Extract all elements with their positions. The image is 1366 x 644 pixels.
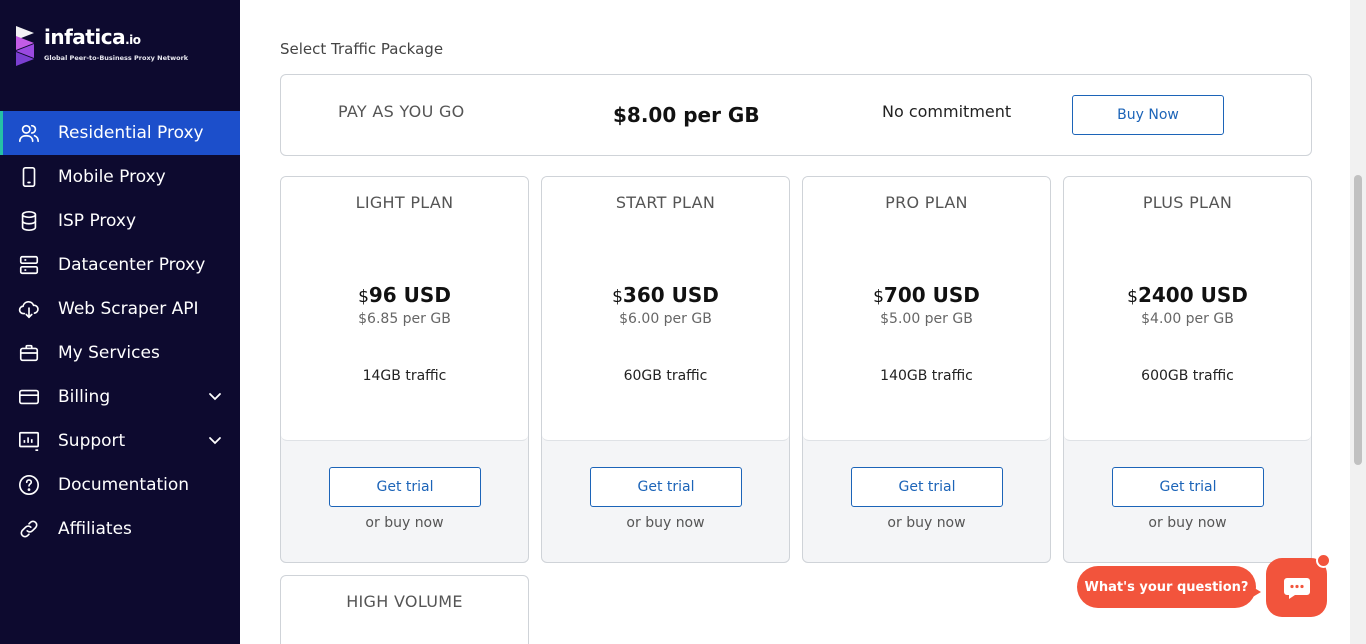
sidebar-item-mobile-proxy[interactable]: Mobile Proxy — [0, 155, 240, 199]
plan-traffic: 600GB traffic — [1141, 368, 1234, 384]
sidebar-item-documentation[interactable]: Documentation — [0, 463, 240, 507]
plan-price: $96 USD — [358, 283, 451, 307]
briefcase-icon — [19, 344, 39, 362]
sidebar-item-my-services[interactable]: My Services — [0, 331, 240, 375]
scrollbar[interactable] — [1350, 0, 1366, 644]
payg-price: $8.00 per GB — [613, 103, 760, 127]
sidebar-item-label: Documentation — [58, 475, 190, 495]
plan-card-pro: PRO PLAN $700 USD $5.00 per GB 140GB tra… — [802, 176, 1051, 563]
plan-price: $2400 USD — [1127, 283, 1248, 307]
help-circle-icon — [19, 475, 39, 495]
sidebar: infatica.io Global Peer-to-Business Prox… — [0, 0, 240, 644]
plan-card-light: LIGHT PLAN $96 USD $6.85 per GB 14GB tra… — [280, 176, 529, 563]
brand-tagline: Global Peer-to-Business Proxy Network — [44, 54, 189, 62]
brand-name: infatica — [44, 25, 126, 49]
plan-price: $700 USD — [873, 283, 980, 307]
brand-suffix: .io — [125, 33, 141, 47]
plan-name: PRO PLAN — [885, 193, 968, 212]
buy-now-link[interactable]: or buy now — [542, 515, 789, 531]
plan-name: LIGHT PLAN — [355, 193, 454, 212]
cloud-download-icon — [18, 300, 39, 319]
section-title: Select Traffic Package — [280, 40, 444, 58]
plan-traffic: 140GB traffic — [880, 368, 973, 384]
plan-per-gb: $6.85 per GB — [358, 311, 451, 327]
sidebar-item-isp-proxy[interactable]: ISP Proxy — [0, 199, 240, 243]
plan-per-gb: $5.00 per GB — [880, 311, 973, 327]
chevron-down-icon[interactable] — [207, 390, 223, 404]
sidebar-item-label: Residential Proxy — [58, 123, 204, 143]
buy-now-link[interactable]: or buy now — [1064, 515, 1311, 531]
sidebar-item-label: My Services — [58, 343, 160, 363]
sidebar-item-web-scraper-api[interactable]: Web Scraper API — [0, 287, 240, 331]
plan-per-gb: $4.00 per GB — [1141, 311, 1234, 327]
infatica-logo-icon — [16, 26, 34, 66]
sidebar-item-label: ISP Proxy — [58, 211, 137, 231]
sidebar-item-affiliates[interactable]: Affiliates — [0, 507, 240, 551]
sidebar-item-label: Mobile Proxy — [58, 167, 166, 187]
sidebar-item-label: Datacenter Proxy — [58, 255, 206, 275]
buy-now-link[interactable]: or buy now — [281, 515, 528, 531]
plan-traffic: 60GB traffic — [623, 368, 708, 384]
buy-now-button[interactable]: Buy Now — [1072, 95, 1224, 135]
plan-name: HIGH VOLUME — [346, 592, 463, 611]
plan-per-gb: $6.00 per GB — [619, 311, 712, 327]
chat-launcher-button[interactable] — [1266, 558, 1327, 617]
sidebar-item-support[interactable]: Support — [0, 419, 240, 463]
get-trial-button[interactable]: Get trial — [1112, 467, 1264, 507]
sidebar-item-billing[interactable]: Billing — [0, 375, 240, 419]
payg-card: PAY AS YOU GO $8.00 per GB No commitment… — [280, 74, 1312, 156]
get-trial-button[interactable]: Get trial — [851, 467, 1003, 507]
chat-prompt-bubble[interactable]: What's your question? — [1077, 566, 1256, 608]
database-icon — [21, 211, 37, 231]
credit-card-icon — [19, 389, 39, 405]
users-icon — [19, 124, 39, 143]
mobile-icon — [22, 167, 36, 187]
plan-card-start: START PLAN $360 USD $6.00 per GB 60GB tr… — [541, 176, 790, 563]
server-icon — [19, 255, 39, 275]
sidebar-item-datacenter-proxy[interactable]: Datacenter Proxy — [0, 243, 240, 287]
buy-now-link[interactable]: or buy now — [803, 515, 1050, 531]
payg-commitment: No commitment — [882, 102, 1012, 121]
scrollbar-thumb[interactable] — [1354, 175, 1362, 465]
payg-name: PAY AS YOU GO — [338, 102, 465, 121]
chat-icon — [1283, 577, 1310, 599]
sidebar-item-label: Billing — [58, 387, 111, 407]
plan-name: PLUS PLAN — [1142, 193, 1233, 212]
sidebar-item-residential-proxy[interactable]: Residential Proxy — [0, 111, 240, 155]
sidebar-nav: Residential Proxy Mobile Proxy ISP Proxy… — [0, 111, 240, 551]
plan-price: $360 USD — [612, 283, 719, 307]
link-icon — [20, 520, 38, 538]
brand-logo[interactable]: infatica.io Global Peer-to-Business Prox… — [14, 24, 188, 66]
plan-traffic: 14GB traffic — [362, 368, 447, 384]
get-trial-button[interactable]: Get trial — [590, 467, 742, 507]
chevron-down-icon[interactable] — [207, 434, 223, 448]
sidebar-item-label: Support — [58, 431, 126, 451]
main-content: Select Traffic Package PAY AS YOU GO $8.… — [240, 0, 1350, 644]
sidebar-item-label: Affiliates — [58, 519, 132, 539]
plan-card-high-volume: HIGH VOLUME — [280, 575, 529, 644]
plan-name: START PLAN — [615, 193, 716, 212]
chat-notification-dot — [1316, 553, 1331, 568]
sidebar-item-label: Web Scraper API — [58, 299, 199, 319]
get-trial-button[interactable]: Get trial — [329, 467, 481, 507]
plan-card-plus: PLUS PLAN $2400 USD $4.00 per GB 600GB t… — [1063, 176, 1312, 563]
chat-bubble-tail — [1251, 586, 1261, 598]
chart-icon — [19, 431, 39, 451]
